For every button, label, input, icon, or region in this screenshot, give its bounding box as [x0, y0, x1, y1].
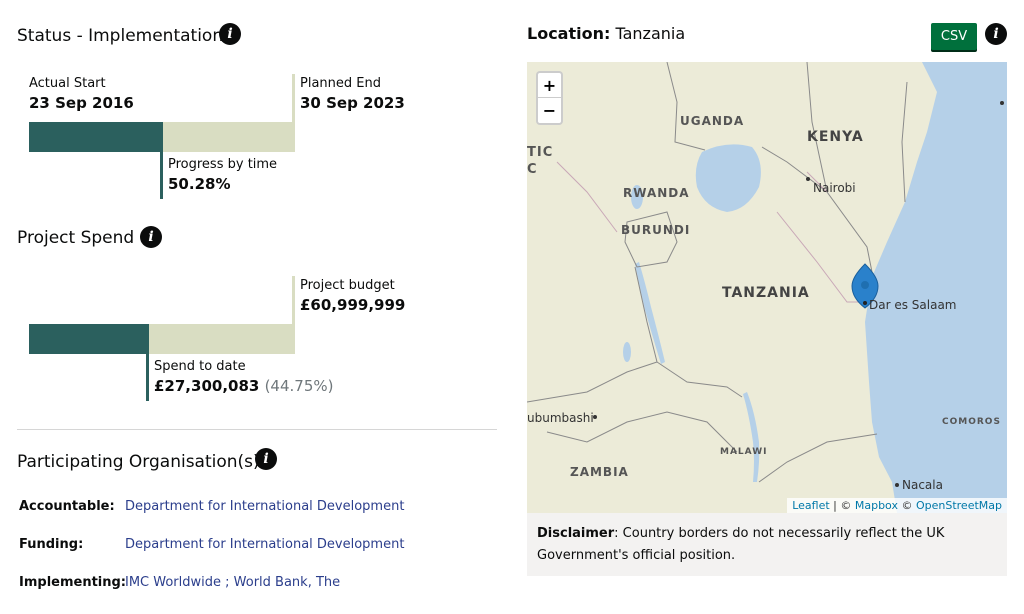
progress-value: 50.28% [168, 175, 231, 193]
map-label-tanzania: TANZANIA [722, 285, 810, 301]
info-icon[interactable]: i [219, 23, 241, 45]
orgs-title: Participating Organisation(s) [17, 452, 260, 472]
planned-end-value: 30 Sep 2023 [300, 94, 405, 112]
map-label-tic: TIC [527, 145, 554, 160]
org-link-funding[interactable]: Department for International Development [125, 537, 404, 552]
attribution-sep-1: | © [829, 499, 855, 512]
actual-start-value: 23 Sep 2016 [29, 94, 134, 112]
info-icon[interactable]: i [985, 23, 1007, 45]
location-value: Tanzania [615, 24, 686, 43]
map-label-kenya: KENYA [807, 129, 864, 145]
progress-marker [160, 122, 163, 199]
zoom-out-button[interactable]: − [538, 98, 561, 123]
map-label-comoros: COMOROS [942, 417, 1001, 427]
map-label-rwanda: RWANDA [623, 186, 690, 200]
org-link-accountable[interactable]: Department for International Development [125, 499, 404, 514]
map-label-lubumbashi: ubumbashi [527, 411, 594, 425]
spend-amount: £27,300,083 [154, 377, 260, 395]
map-label-burundi: BURUNDI [621, 223, 691, 237]
planned-end-label: Planned End [300, 76, 381, 91]
map-label-dar-es-salaam: Dar es Salaam [869, 298, 957, 312]
map-label-nairobi: Nairobi [813, 181, 856, 195]
map-label-malawi: MALAWI [720, 447, 768, 457]
info-icon[interactable]: i [255, 448, 277, 470]
map-attribution: Leaflet | © Mapbox © OpenStreetMap [787, 498, 1007, 513]
mapbox-link[interactable]: Mapbox [855, 499, 898, 512]
actual-start-label: Actual Start [29, 76, 106, 91]
osm-link[interactable]: OpenStreetMap [916, 499, 1002, 512]
spend-label: Spend to date [154, 359, 246, 374]
progress-label: Progress by time [168, 157, 278, 172]
leaflet-link[interactable]: Leaflet [792, 499, 829, 512]
status-title: Status - Implementation [17, 26, 224, 46]
spend-percent: (44.75%) [264, 377, 334, 395]
zoom-in-button[interactable]: + [538, 73, 561, 98]
csv-button[interactable]: CSV [931, 23, 977, 50]
info-icon[interactable]: i [140, 226, 162, 248]
map-label-nacala: Nacala [902, 478, 943, 492]
map-label-uganda: UGANDA [680, 114, 745, 128]
spend-marker [146, 324, 149, 401]
map[interactable]: + − UGANDA KENYA Nairobi RWANDA BURUNDI … [527, 62, 1007, 513]
progress-bar-fill [29, 122, 162, 152]
attribution-sep-2: © [897, 499, 916, 512]
spend-bar-fill [29, 324, 148, 354]
section-divider [17, 429, 497, 430]
map-label-c: C [527, 162, 538, 177]
spend-value: £27,300,083 (44.75%) [154, 377, 333, 395]
disclaimer-label: Disclaimer [537, 526, 615, 541]
org-label-implementing: Implementing: [19, 575, 127, 590]
spend-title: Project Spend [17, 228, 135, 248]
org-label-funding: Funding: [19, 537, 84, 552]
budget-label: Project budget [300, 278, 395, 293]
location-heading: Location: Tanzania [527, 24, 685, 43]
budget-value: £60,999,999 [300, 296, 406, 314]
location-label: Location: [527, 24, 611, 43]
map-disclaimer: Disclaimer: Country borders do not neces… [527, 513, 1007, 576]
zoom-control[interactable]: + − [536, 71, 563, 125]
org-label-accountable: Accountable: [19, 499, 115, 514]
map-label-zambia: ZAMBIA [570, 465, 629, 479]
org-link-implementing[interactable]: IMC Worldwide ; World Bank, The [125, 575, 340, 590]
